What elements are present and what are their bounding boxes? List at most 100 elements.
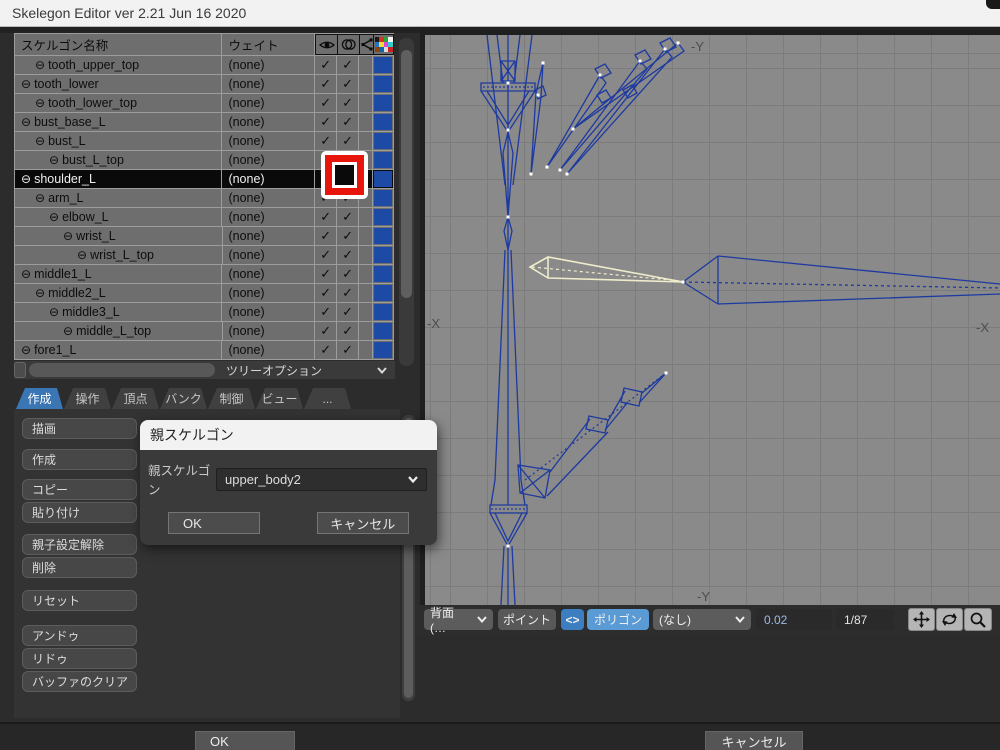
visibility-checkbox[interactable]: ✓ bbox=[315, 75, 337, 93]
dialog-ok-button[interactable]: OK bbox=[168, 512, 260, 534]
tab-more[interactable]: ... bbox=[304, 388, 351, 409]
skelegon-name-cell[interactable]: ⊖elbow_L bbox=[15, 208, 222, 226]
clone-checkbox[interactable]: ✓ bbox=[337, 303, 359, 321]
rotate-tool-button[interactable] bbox=[936, 608, 963, 631]
tree-options-dropdown[interactable]: ツリーオプション bbox=[218, 361, 395, 379]
visibility-checkbox[interactable]: ✓ bbox=[315, 208, 337, 226]
tab-control[interactable]: 制御 bbox=[208, 388, 255, 409]
weight-cell[interactable]: (none) bbox=[222, 208, 315, 226]
weight-cell[interactable]: (none) bbox=[222, 341, 315, 359]
create-button[interactable]: 作成 bbox=[22, 449, 137, 470]
skelegon-name-cell[interactable]: ⊖bust_base_L bbox=[15, 113, 222, 131]
clone-checkbox[interactable]: ✓ bbox=[337, 75, 359, 93]
skelegon-name-cell[interactable]: ⊖wrist_L bbox=[15, 227, 223, 245]
weight-column-header[interactable]: ウェイト bbox=[222, 34, 315, 55]
collapse-icon[interactable]: ⊖ bbox=[21, 268, 31, 280]
collapse-icon[interactable]: ⊖ bbox=[21, 344, 31, 356]
table-row[interactable]: ⊖elbow_L(none)✓✓ bbox=[14, 208, 394, 227]
tab-bank[interactable]: バンク bbox=[160, 388, 207, 409]
visibility-checkbox[interactable]: ✓ bbox=[315, 94, 337, 112]
share-cell[interactable] bbox=[359, 132, 373, 150]
share-cell[interactable] bbox=[359, 246, 373, 264]
skelegon-name-cell[interactable]: ⊖tooth_upper_top bbox=[15, 56, 222, 74]
draw-button[interactable]: 描画 bbox=[22, 418, 137, 439]
weight-cell[interactable]: (none) bbox=[222, 170, 315, 188]
skelegon-name-cell[interactable]: ⊖middle3_L bbox=[15, 303, 222, 321]
viewport-canvas[interactable]: -Y -X -X -Y bbox=[425, 35, 1000, 605]
table-row[interactable]: ⊖tooth_upper_top(none)✓✓ bbox=[14, 56, 394, 75]
table-row[interactable]: ⊖tooth_lower_top(none)✓✓ bbox=[14, 94, 394, 113]
unparent-button[interactable]: 親子設定解除 bbox=[22, 534, 137, 555]
collapse-icon[interactable]: ⊖ bbox=[35, 192, 45, 204]
collapse-icon[interactable]: ⊖ bbox=[35, 97, 45, 109]
clone-checkbox[interactable]: ✓ bbox=[337, 56, 359, 74]
clone-checkbox[interactable]: ✓ bbox=[337, 284, 359, 302]
table-row[interactable]: ⊖middle_L_top(none)✓✓ bbox=[14, 322, 394, 341]
skelegon-name-cell[interactable]: ⊖wrist_L_top bbox=[15, 246, 223, 264]
skelegon-name-cell[interactable]: ⊖shoulder_L bbox=[15, 170, 222, 188]
collapse-icon[interactable]: ⊖ bbox=[63, 230, 73, 242]
bone-color-cell[interactable] bbox=[373, 322, 394, 340]
selection-dropdown[interactable]: (なし) bbox=[653, 609, 751, 630]
visibility-checkbox[interactable]: ✓ bbox=[315, 113, 337, 131]
bone-color-cell[interactable] bbox=[373, 189, 394, 207]
weight-cell[interactable]: (none) bbox=[222, 265, 315, 283]
skelegon-name-cell[interactable]: ⊖middle_L_top bbox=[15, 322, 223, 340]
palette-icon[interactable] bbox=[373, 34, 394, 55]
visibility-checkbox[interactable]: ✓ bbox=[315, 265, 337, 283]
skelegon-name-cell[interactable]: ⊖arm_L bbox=[15, 189, 222, 207]
zoom-tool-button[interactable] bbox=[964, 608, 992, 631]
grid-size-field[interactable]: 0.02 bbox=[756, 609, 832, 630]
scroll-left-button[interactable] bbox=[14, 362, 26, 378]
collapse-icon[interactable]: ⊖ bbox=[49, 306, 59, 318]
weight-cell[interactable]: (none) bbox=[222, 284, 315, 302]
share-icon[interactable] bbox=[359, 34, 373, 55]
collapse-icon[interactable]: ⊖ bbox=[35, 135, 45, 147]
share-cell[interactable] bbox=[359, 94, 373, 112]
delete-button[interactable]: 削除 bbox=[22, 557, 137, 578]
collapse-icon[interactable]: ⊖ bbox=[63, 325, 73, 337]
weight-cell[interactable]: (none) bbox=[222, 94, 315, 112]
weight-cell[interactable]: (none) bbox=[222, 189, 315, 207]
view-mode-dropdown[interactable]: 背面 (… bbox=[424, 609, 493, 630]
skelegon-name-cell[interactable]: ⊖bust_L bbox=[15, 132, 222, 150]
table-row[interactable]: ⊖wrist_L_top(none)✓✓ bbox=[14, 246, 394, 265]
share-cell[interactable] bbox=[359, 284, 373, 302]
bone-color-cell[interactable] bbox=[373, 227, 394, 245]
bone-color-cell[interactable] bbox=[373, 132, 394, 150]
weight-cell[interactable]: (none) bbox=[222, 75, 315, 93]
clone-checkbox[interactable]: ✓ bbox=[337, 132, 359, 150]
share-cell[interactable] bbox=[359, 265, 373, 283]
visibility-checkbox[interactable]: ✓ bbox=[315, 303, 337, 321]
pan-tool-button[interactable] bbox=[908, 608, 935, 631]
clone-checkbox[interactable]: ✓ bbox=[337, 322, 359, 340]
share-cell[interactable] bbox=[359, 303, 373, 321]
table-row[interactable]: ⊖middle1_L(none)✓✓ bbox=[14, 265, 394, 284]
bone-color-cell[interactable] bbox=[373, 284, 394, 302]
visibility-checkbox[interactable]: ✓ bbox=[315, 132, 337, 150]
bone-color-cell[interactable] bbox=[373, 246, 394, 264]
skelegon-name-cell[interactable]: ⊖tooth_lower bbox=[15, 75, 222, 93]
skelegon-name-cell[interactable]: ⊖middle1_L bbox=[15, 265, 222, 283]
weight-cell[interactable]: (none) bbox=[222, 113, 315, 131]
bone-color-cell[interactable] bbox=[373, 170, 394, 188]
bone-color-cell[interactable] bbox=[373, 303, 394, 321]
redo-button[interactable]: リドゥ bbox=[22, 648, 137, 669]
tab-operate[interactable]: 操作 bbox=[64, 388, 111, 409]
weight-cell[interactable]: (none) bbox=[222, 151, 315, 169]
bone-color-cell[interactable] bbox=[373, 151, 394, 169]
bone-color-cell[interactable] bbox=[373, 341, 394, 359]
weight-cell[interactable]: (none) bbox=[223, 246, 316, 264]
swap-mode-button[interactable]: <> bbox=[561, 609, 584, 630]
bone-color-cell[interactable] bbox=[373, 75, 394, 93]
clone-checkbox[interactable]: ✓ bbox=[337, 94, 359, 112]
eye-icon[interactable] bbox=[315, 34, 337, 55]
table-vertical-scrollbar[interactable] bbox=[399, 38, 414, 366]
weight-cell[interactable]: (none) bbox=[223, 227, 316, 245]
collapse-icon[interactable]: ⊖ bbox=[21, 173, 31, 185]
clone-checkbox[interactable]: ✓ bbox=[337, 246, 359, 264]
collapse-icon[interactable]: ⊖ bbox=[35, 59, 45, 71]
cancel-button[interactable]: キャンセル bbox=[705, 731, 803, 750]
collapse-icon[interactable]: ⊖ bbox=[49, 154, 59, 166]
collapse-icon[interactable]: ⊖ bbox=[35, 287, 45, 299]
